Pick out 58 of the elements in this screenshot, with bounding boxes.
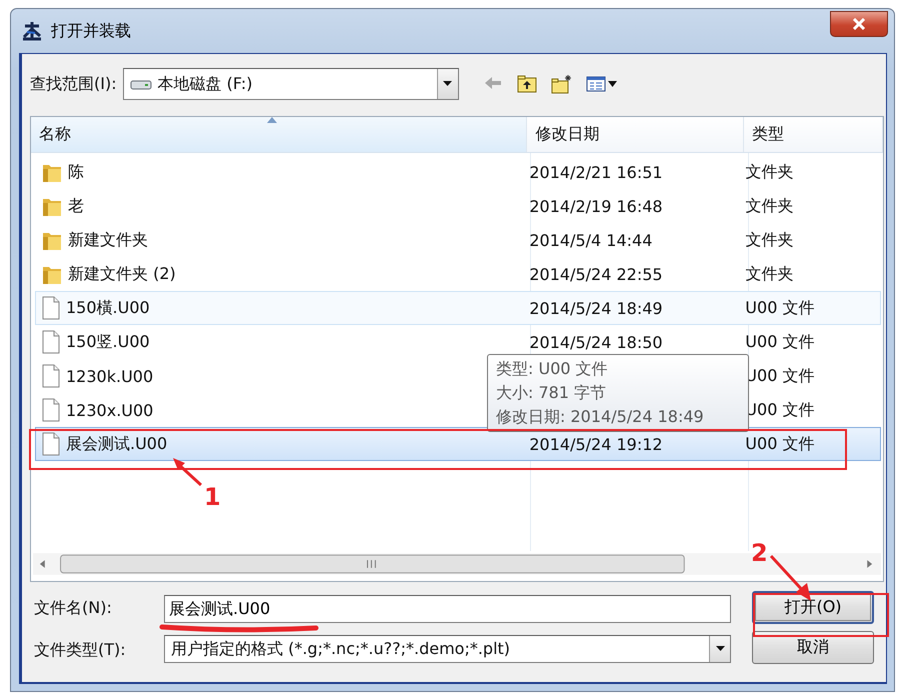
file-name[interactable]: 老 bbox=[68, 196, 84, 216]
file-type-label: 文件类型(T): bbox=[33, 640, 127, 660]
look-in-dropdown[interactable]: 本地磁盘 (F:) bbox=[122, 68, 459, 100]
file-type: 文件夹 bbox=[745, 162, 794, 182]
date-modified: 2014/5/4 14:44 bbox=[529, 230, 652, 250]
file-type: 文件夹 bbox=[745, 196, 794, 216]
file-type: U00 文件 bbox=[745, 298, 814, 318]
column-header[interactable]: 修改日期 bbox=[527, 117, 744, 152]
file-icon bbox=[42, 330, 60, 354]
file-icon bbox=[42, 364, 60, 388]
tooltip-line: 修改日期: 2014/5/24 18:49 bbox=[496, 406, 705, 428]
file-name[interactable]: 新建文件夹 bbox=[68, 230, 148, 250]
view-menu-icon[interactable] bbox=[586, 74, 618, 94]
file-row[interactable]: 150橫.U00 2014/5/24 18:49 U00 文件 bbox=[35, 291, 881, 325]
look-in-label: 查找范围(I): bbox=[30, 74, 117, 94]
date-modified: 2014/5/24 18:49 bbox=[529, 298, 663, 318]
date-modified: 2014/5/24 22:55 bbox=[529, 264, 663, 284]
file-name-label: 文件名(N): bbox=[33, 598, 113, 618]
date-modified: 2014/5/24 19:12 bbox=[529, 434, 663, 454]
file-name[interactable]: 陈 bbox=[68, 162, 84, 182]
file-type-dropdown[interactable]: 用户指定的格式 (*.g;*.nc;*.u??;*.demo;*.plt) bbox=[164, 635, 731, 663]
file-type: U00 文件 bbox=[745, 332, 814, 352]
dropdown-arrow-icon bbox=[716, 646, 724, 652]
sort-arrow-icon bbox=[267, 117, 277, 123]
file-name[interactable]: 1230k.U00 bbox=[66, 366, 154, 386]
file-type: 文件夹 bbox=[745, 264, 794, 284]
file-type: U00 文件 bbox=[745, 434, 814, 454]
open-button[interactable]: 打开(O) bbox=[752, 591, 874, 624]
dropdown-arrow-icon bbox=[443, 81, 452, 87]
close-button[interactable] bbox=[830, 11, 888, 37]
column-header[interactable]: 类型 bbox=[744, 117, 883, 152]
file-name[interactable]: 1230x.U00 bbox=[66, 400, 154, 420]
file-type: 文件夹 bbox=[745, 230, 794, 250]
file-name[interactable]: 新建文件夹 (2) bbox=[68, 264, 176, 284]
file-name: 展会测试.U00 bbox=[66, 434, 168, 454]
close-icon bbox=[852, 18, 866, 30]
cancel-button[interactable]: 取消 bbox=[752, 631, 874, 664]
window-title: 打开并装载 bbox=[51, 20, 131, 42]
tooltip-line: 类型: U00 文件 bbox=[496, 358, 609, 380]
date-modified: 2014/2/19 16:48 bbox=[529, 196, 663, 216]
file-name: 150橫.U00 bbox=[66, 298, 150, 318]
step-number: 2 bbox=[751, 541, 768, 565]
step-number: 1 bbox=[204, 485, 221, 509]
file-name[interactable]: 150竖.U00 bbox=[66, 332, 150, 352]
look-in-value: 本地磁盘 (F:) bbox=[158, 74, 254, 94]
app-logo-icon bbox=[21, 20, 43, 42]
file-icon bbox=[42, 432, 60, 456]
date-modified: 2014/2/21 16:51 bbox=[529, 162, 663, 182]
file-icon bbox=[42, 296, 60, 320]
file-row[interactable]: 展会测试.U00 2014/5/24 19:12 U00 文件 bbox=[35, 427, 881, 461]
date-modified: 2014/5/24 18:50 bbox=[529, 332, 663, 352]
tooltip-line: 大小: 781 字节 bbox=[496, 382, 608, 404]
up-folder-icon[interactable] bbox=[516, 74, 537, 94]
column-header[interactable]: 名称 bbox=[31, 117, 528, 152]
file-icon bbox=[42, 398, 60, 422]
drive-icon bbox=[130, 78, 152, 90]
new-folder-icon[interactable] bbox=[550, 74, 572, 94]
file-name-field[interactable]: 展会测试.U00 bbox=[164, 595, 731, 623]
